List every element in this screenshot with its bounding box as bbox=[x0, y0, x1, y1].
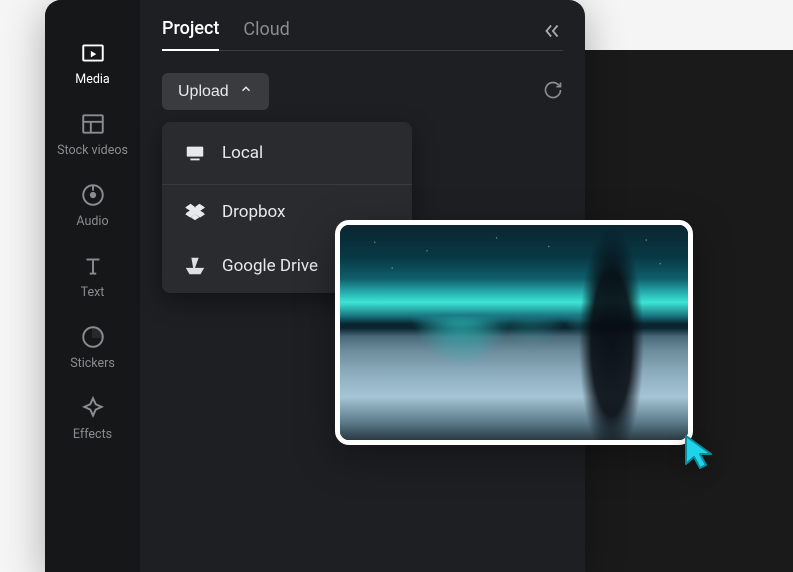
text-icon bbox=[80, 253, 106, 279]
tab-cloud[interactable]: Cloud bbox=[243, 19, 289, 50]
upload-button-label: Upload bbox=[178, 83, 229, 101]
media-icon bbox=[80, 40, 106, 66]
thumbnail-image bbox=[340, 225, 688, 440]
upload-option-label: Google Drive bbox=[222, 256, 318, 276]
sidebar-item-label: Text bbox=[81, 285, 105, 300]
sidebar-item-effects[interactable]: Effects bbox=[45, 383, 140, 454]
sidebar-item-label: Media bbox=[75, 72, 109, 87]
stickers-icon bbox=[80, 324, 106, 350]
stock-videos-icon bbox=[80, 111, 106, 137]
sidebar-item-label: Stickers bbox=[70, 356, 115, 371]
tool-sidebar: Media Stock videos Audio Text Stickers bbox=[45, 0, 140, 572]
effects-icon bbox=[80, 395, 106, 421]
upload-option-label: Local bbox=[222, 143, 263, 163]
cursor-pointer-icon bbox=[680, 432, 720, 472]
monitor-icon bbox=[184, 142, 206, 164]
tab-project[interactable]: Project bbox=[162, 18, 219, 51]
upload-button[interactable]: Upload bbox=[162, 73, 269, 110]
sidebar-item-label: Audio bbox=[76, 214, 108, 229]
sidebar-item-media[interactable]: Media bbox=[45, 28, 140, 99]
collapse-panel-button[interactable] bbox=[541, 20, 563, 46]
dropbox-icon bbox=[184, 201, 206, 223]
sidebar-item-stickers[interactable]: Stickers bbox=[45, 312, 140, 383]
chevron-up-icon bbox=[239, 82, 253, 101]
sidebar-item-audio[interactable]: Audio bbox=[45, 170, 140, 241]
sidebar-item-text[interactable]: Text bbox=[45, 241, 140, 312]
upload-option-label: Dropbox bbox=[222, 202, 286, 222]
refresh-button[interactable] bbox=[543, 80, 563, 104]
google-drive-icon bbox=[184, 255, 206, 277]
panel-tabs: Project Cloud bbox=[162, 18, 563, 51]
sidebar-item-stock-videos[interactable]: Stock videos bbox=[45, 99, 140, 170]
panel-toolbar: Upload bbox=[162, 73, 563, 110]
sidebar-item-label: Effects bbox=[73, 427, 112, 442]
audio-icon bbox=[80, 182, 106, 208]
upload-option-local[interactable]: Local bbox=[162, 122, 412, 185]
media-thumbnail[interactable] bbox=[335, 220, 693, 445]
sidebar-item-label: Stock videos bbox=[57, 143, 128, 158]
